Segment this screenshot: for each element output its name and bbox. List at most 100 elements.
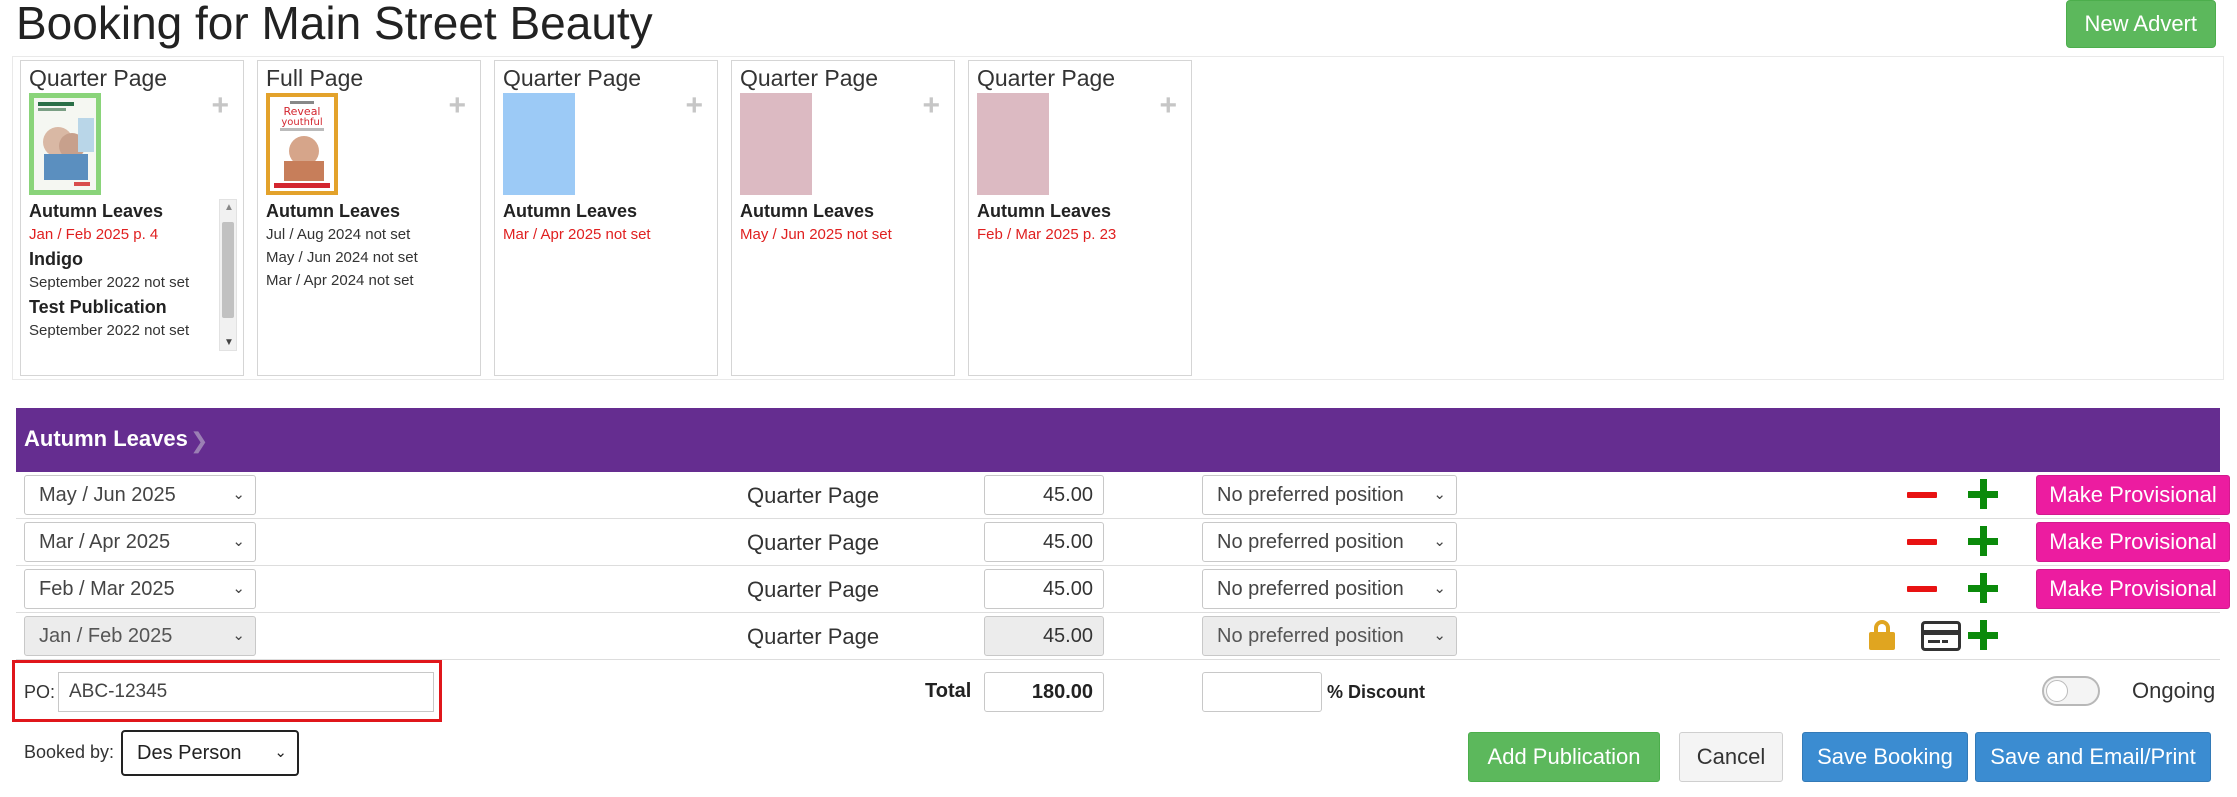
publication-list: Autumn Leaves Jan / Feb 2025 p. 4 Indigo…: [29, 201, 217, 347]
advert-card[interactable]: Quarter Page + Autumn Leaves Mar / Apr 2…: [494, 60, 718, 376]
advert-card[interactable]: Full Page + Reveal youthful Autumn Leave…: [257, 60, 481, 376]
publication-issue: Jul / Aug 2024 not set: [266, 226, 411, 243]
lock-icon: [1869, 620, 1895, 650]
add-icon[interactable]: +: [685, 91, 703, 121]
booking-row: Feb / Mar 2025 ⌄ Quarter Page 45.00 No pr…: [16, 566, 2230, 613]
advert-card[interactable]: Quarter Page + Autumn Leaves Feb / Mar 2…: [968, 60, 1192, 376]
add-icon[interactable]: [1966, 524, 2000, 558]
price-input[interactable]: 45.00: [984, 569, 1104, 609]
add-icon[interactable]: +: [1159, 91, 1177, 121]
publication-section-header[interactable]: Autumn Leaves ❯: [16, 408, 2220, 472]
position-select-value: No preferred position: [1217, 578, 1404, 600]
issue-select[interactable]: Mar / Apr 2025 ⌄: [24, 522, 256, 562]
advert-artwork-icon: [34, 98, 96, 190]
publication-name: Indigo: [29, 249, 83, 269]
chevron-down-icon: ⌄: [1433, 533, 1446, 550]
publication-issue: Mar / Apr 2025 not set: [503, 226, 651, 243]
advert-artwork-icon: Reveal youthful: [270, 97, 334, 191]
page-header: Booking for Main Street Beauty New Adver…: [16, 0, 2236, 60]
ad-size-label: Quarter Page: [747, 530, 880, 555]
publication-name: Autumn Leaves: [503, 201, 638, 221]
add-icon[interactable]: [1966, 618, 2000, 652]
chevron-down-icon: ⌄: [1433, 627, 1446, 644]
advert-thumbnail-placeholder[interactable]: [503, 93, 575, 195]
page-title: Booking for Main Street Beauty: [16, 0, 653, 49]
publication-issue: Mar / Apr 2024 not set: [266, 272, 414, 289]
advert-size-title: Quarter Page: [740, 65, 879, 91]
scrollbar[interactable]: ▲ ▼: [219, 199, 237, 351]
booked-by-select[interactable]: Des Person ⌄: [121, 730, 299, 776]
make-provisional-button[interactable]: Make Provisional: [2036, 569, 2230, 609]
save-booking-button[interactable]: Save Booking: [1802, 732, 1968, 782]
advert-thumbnail[interactable]: [29, 93, 101, 195]
new-advert-button[interactable]: New Advert: [2065, 0, 2216, 48]
booking-page: Booking for Main Street Beauty New Adver…: [0, 0, 2237, 797]
add-icon[interactable]: +: [922, 91, 940, 121]
make-provisional-button[interactable]: Make Provisional: [2036, 475, 2230, 515]
remove-icon[interactable]: [1907, 586, 1937, 592]
save-and-email-print-button[interactable]: Save and Email/Print: [1975, 732, 2211, 782]
publication-list: Autumn Leaves May / Jun 2025 not set: [740, 201, 948, 347]
booking-row: Mar / Apr 2025 ⌄ Quarter Page 45.00 No pr…: [16, 519, 2230, 566]
ongoing-toggle[interactable]: [2042, 676, 2100, 706]
issue-select-value: Feb / Mar 2025: [39, 578, 175, 600]
publication-name: Test Publication: [29, 297, 167, 317]
publication-name: Autumn Leaves: [29, 201, 164, 221]
advert-card[interactable]: Quarter Page + Autumn Leaves Jan / Feb 2…: [20, 60, 244, 376]
scroll-up-icon[interactable]: ▲: [224, 202, 234, 213]
position-select-value: No preferred position: [1217, 484, 1404, 506]
add-publication-button[interactable]: Add Publication: [1468, 732, 1660, 782]
publication-issue: Jan / Feb 2025 p. 4: [29, 226, 159, 243]
price-input[interactable]: 45.00: [984, 522, 1104, 562]
price-input[interactable]: 45.00: [984, 475, 1104, 515]
booking-row: May / Jun 2025 ⌄ Quarter Page 45.00 No pr…: [16, 472, 2230, 519]
advert-thumbnail-placeholder[interactable]: [977, 93, 1049, 195]
scroll-down-icon[interactable]: ▼: [224, 337, 234, 348]
booking-row: Jan / Feb 2025 ⌄ Quarter Page 45.00 No pr…: [16, 613, 2220, 660]
publication-list: Autumn Leaves Jul / Aug 2024 not set May…: [266, 201, 474, 347]
advert-thumbnail[interactable]: Reveal youthful: [266, 93, 338, 195]
issue-select-value: Jan / Feb 2025: [39, 625, 173, 647]
publication-issue: September 2022 not set: [29, 322, 190, 339]
publication-issue: May / Jun 2025 not set: [740, 226, 892, 243]
total-label: Total: [925, 680, 972, 702]
publication-name: Autumn Leaves: [740, 201, 875, 221]
booked-by-label: Booked by:: [24, 742, 115, 762]
ad-size-label: Quarter Page: [747, 624, 880, 649]
issue-select[interactable]: Feb / Mar 2025 ⌄: [24, 569, 256, 609]
add-icon[interactable]: [1966, 477, 2000, 511]
credit-card-icon[interactable]: [1921, 621, 1961, 651]
advert-thumbnail-placeholder[interactable]: [740, 93, 812, 195]
po-label: PO:: [24, 682, 56, 702]
toggle-knob: [2046, 680, 2068, 702]
add-icon[interactable]: +: [448, 91, 466, 121]
publication-list: Autumn Leaves Mar / Apr 2025 not set: [503, 201, 711, 347]
publication-issue: Feb / Mar 2025 p. 23: [977, 226, 1117, 243]
advert-size-title: Quarter Page: [977, 65, 1116, 91]
scrollbar-thumb[interactable]: [222, 222, 234, 318]
total-value: 180.00: [984, 672, 1104, 712]
po-input[interactable]: ABC-12345: [58, 672, 434, 712]
cancel-button[interactable]: Cancel: [1679, 732, 1783, 782]
position-select[interactable]: No preferred position ⌄: [1202, 475, 1457, 515]
discount-input[interactable]: [1202, 672, 1322, 712]
remove-icon[interactable]: [1907, 539, 1937, 545]
publication-list: Autumn Leaves Feb / Mar 2025 p. 23: [977, 201, 1185, 347]
add-icon[interactable]: [1966, 571, 2000, 605]
chevron-down-icon: ⌄: [1433, 580, 1446, 597]
position-select-value: No preferred position: [1217, 531, 1404, 553]
position-select[interactable]: No preferred position ⌄: [1202, 569, 1457, 609]
position-select-value: No preferred position: [1217, 625, 1404, 647]
advert-size-title: Quarter Page: [29, 65, 168, 91]
chevron-down-icon[interactable]: ❯: [190, 428, 208, 454]
adverts-panel: Quarter Page + Autumn Leaves Jan / Feb 2…: [12, 56, 2224, 380]
add-icon[interactable]: +: [211, 91, 229, 121]
svg-text:youthful: youthful: [281, 117, 322, 128]
chevron-down-icon: ⌄: [232, 627, 245, 644]
advert-card[interactable]: Quarter Page + Autumn Leaves May / Jun 2…: [731, 60, 955, 376]
remove-icon[interactable]: [1907, 492, 1937, 498]
make-provisional-button[interactable]: Make Provisional: [2036, 522, 2230, 562]
section-title: Autumn Leaves: [24, 426, 188, 451]
issue-select[interactable]: May / Jun 2025 ⌄: [24, 475, 256, 515]
position-select[interactable]: No preferred position ⌄: [1202, 522, 1457, 562]
